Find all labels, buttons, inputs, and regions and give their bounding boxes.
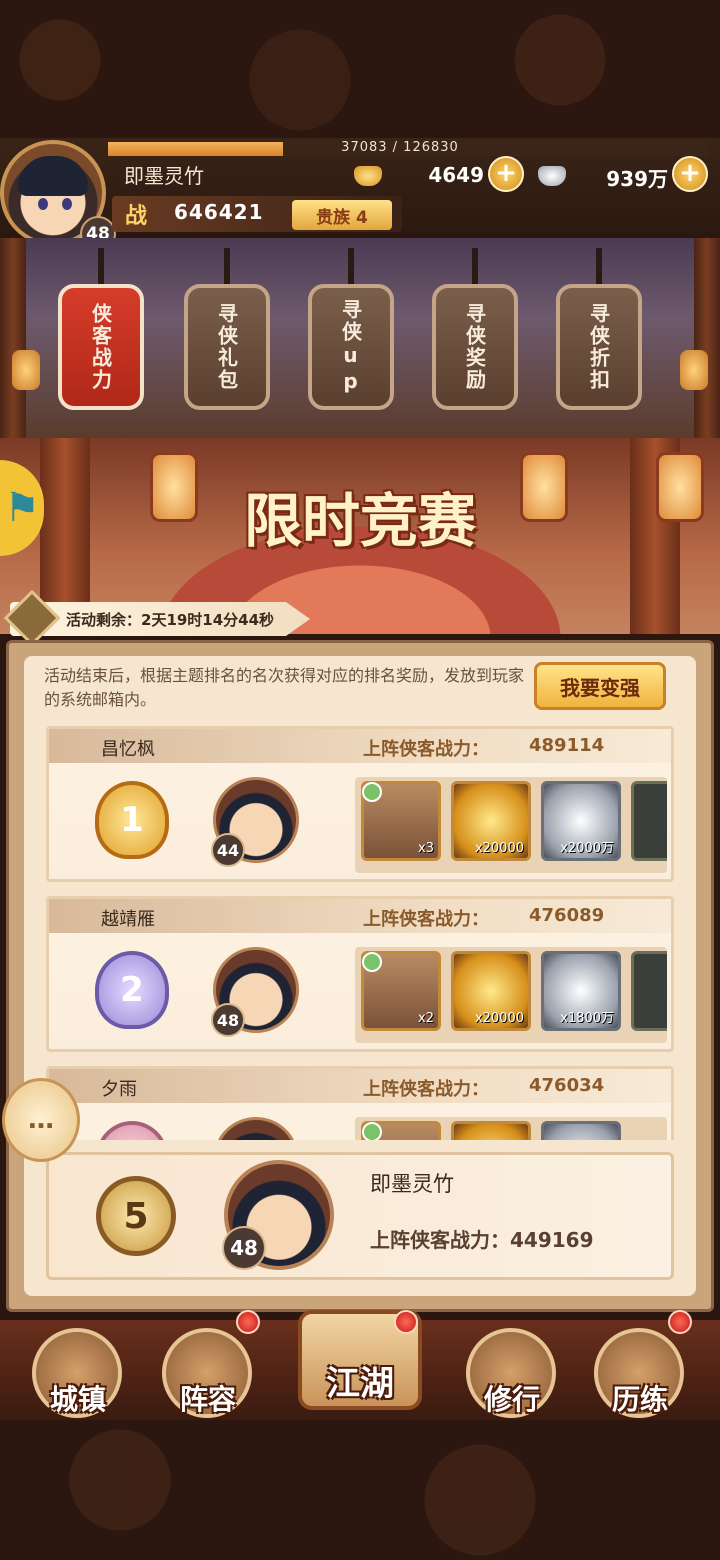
reward-gold[interactable]	[451, 1121, 531, 1140]
rank-medal-gold: 1	[95, 781, 169, 859]
reward-hero[interactable]: x3	[361, 781, 441, 861]
nav-trial-label[interactable]: 历练	[590, 1378, 690, 1418]
exp-bar-fill	[108, 142, 284, 156]
nav-town-label[interactable]: 城镇	[28, 1378, 128, 1418]
my-name: 即墨灵竹	[370, 1172, 454, 1196]
tab-hero-power[interactable]: 侠客战力	[58, 284, 144, 410]
silver-ingot-icon	[538, 166, 566, 186]
tab-label: 寻侠奖励	[462, 303, 487, 391]
nav-jianghu-label[interactable]: 江湖	[310, 1356, 410, 1405]
ranker-level: 48	[211, 1003, 245, 1037]
tab-cord	[224, 248, 230, 288]
tab-recruit-reward[interactable]: 寻侠奖励	[432, 284, 518, 410]
nav-lineup-label[interactable]: 阵容	[158, 1378, 258, 1418]
notification-dot	[394, 1310, 418, 1334]
gold-amount: 4649	[428, 163, 484, 187]
rank-medal-silver: 2	[95, 951, 169, 1029]
power-label: 上阵侠客战力：	[363, 909, 489, 930]
lantern-icon	[680, 350, 708, 390]
lantern-icon	[150, 452, 198, 522]
nav-training-label[interactable]: 修行	[462, 1378, 562, 1418]
ranker-power: 476034	[529, 1075, 605, 1096]
notification-dot	[236, 1310, 260, 1334]
event-description: 活动结束后，根据主题排名的名次获得对应的排名奖励，发放到玩家的系统邮箱内。	[44, 666, 525, 709]
rank-card[interactable]: 昌忆枫 上阵侠客战力： 489114 1 44 x3 x20000 x2000万	[46, 726, 674, 882]
battle-power-value: 646421	[174, 200, 264, 224]
reward-silver[interactable]: x1800万	[541, 951, 621, 1031]
my-rank-medal: 5	[96, 1176, 176, 1256]
noble-badge[interactable]: 贵族 4	[292, 200, 392, 230]
tab-recruit-discount[interactable]: 寻侠折扣	[556, 284, 642, 410]
avatar-eye	[62, 198, 72, 210]
player-name: 即墨灵竹	[124, 164, 204, 188]
tab-cord	[348, 248, 354, 288]
tab-recruit-up[interactable]: 寻侠up	[308, 284, 394, 410]
battle-power-icon: 战	[124, 204, 147, 229]
pillar	[694, 238, 720, 438]
reward-silver[interactable]	[541, 1121, 621, 1140]
reward-strip: x2 x20000 x1800万	[355, 947, 667, 1043]
rank-medal-bronze: 3	[95, 1121, 169, 1140]
event-remaining-time: 活动剩余：2天19时14分44秒	[66, 611, 275, 629]
gold-ingot-icon	[354, 166, 382, 186]
reward-strip: x3 x20000 x2000万	[355, 777, 667, 873]
chat-bubble-icon[interactable]: …	[2, 1078, 80, 1162]
silver-amount: 939万	[606, 167, 668, 191]
tag-icon	[362, 952, 382, 972]
tab-label: 寻侠折扣	[586, 303, 611, 391]
add-silver-button[interactable]: +	[672, 156, 708, 192]
lantern-icon	[12, 350, 40, 390]
my-power: 上阵侠客战力：449169	[370, 1228, 594, 1252]
my-level: 48	[222, 1226, 266, 1270]
event-title: 限时竞赛	[243, 487, 476, 555]
notification-dot	[668, 1310, 692, 1334]
reward-hero[interactable]	[361, 1121, 441, 1140]
tab-cord	[596, 248, 602, 288]
reward-more[interactable]	[631, 951, 667, 1031]
ranking-list[interactable]: 昌忆枫 上阵侠客战力： 489114 1 44 x3 x20000 x2000万…	[34, 718, 686, 1140]
reward-strip	[355, 1117, 667, 1140]
ranker-name: 夕雨	[101, 1079, 137, 1100]
reward-hero[interactable]: x2	[361, 951, 441, 1031]
reward-gold[interactable]: x20000	[451, 781, 531, 861]
reward-qty: x3	[418, 841, 434, 856]
ranker-name: 昌忆枫	[101, 739, 155, 760]
pillar	[0, 238, 26, 438]
rank-card[interactable]: 越靖雁 上阵侠客战力： 476089 2 48 x2 x20000 x1800万	[46, 896, 674, 1052]
reward-qty: x2000万	[560, 841, 614, 856]
tab-cord	[98, 248, 104, 288]
reward-more[interactable]	[631, 781, 667, 861]
lantern-icon	[656, 452, 704, 522]
reward-gold[interactable]: x20000	[451, 951, 531, 1031]
reward-qty: x2	[418, 1011, 434, 1026]
rank-card[interactable]: 夕雨 上阵侠客战力： 476034 3	[46, 1066, 674, 1140]
power-label: 上阵侠客战力：	[363, 1079, 489, 1100]
lantern-icon	[520, 452, 568, 522]
reward-qty: x20000	[474, 841, 524, 856]
tab-label: 寻侠up	[338, 299, 363, 395]
reward-qty: x20000	[474, 1011, 524, 1026]
power-label: 上阵侠客战力：	[363, 739, 489, 760]
add-gold-button[interactable]: +	[488, 156, 524, 192]
tab-recruit-pack[interactable]: 寻侠礼包	[184, 284, 270, 410]
reward-qty: x1800万	[560, 1011, 614, 1026]
ranker-name: 越靖雁	[101, 909, 155, 930]
ranker-power: 489114	[529, 735, 605, 756]
tab-label: 寻侠礼包	[214, 303, 239, 391]
ranker-power: 476089	[529, 905, 605, 926]
tab-cord	[472, 248, 478, 288]
ranker-avatar[interactable]	[213, 1117, 299, 1140]
avatar-eye	[38, 198, 48, 210]
reward-silver[interactable]: x2000万	[541, 781, 621, 861]
tab-label: 侠客战力	[88, 303, 113, 391]
ranker-level: 44	[211, 833, 245, 867]
exp-text: 37083 / 126830	[341, 140, 459, 155]
tag-icon	[362, 782, 382, 802]
tag-icon	[362, 1122, 382, 1140]
avatar-hair	[18, 156, 88, 196]
get-stronger-button[interactable]: 我要变强	[534, 662, 666, 710]
